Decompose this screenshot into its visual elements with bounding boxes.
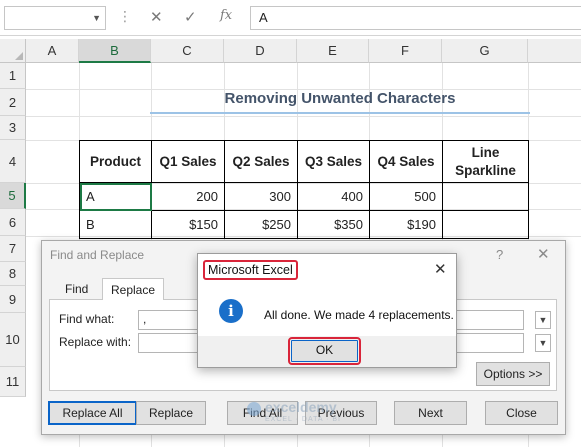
row-header-6[interactable]: 6 — [0, 209, 26, 236]
header-q3-sales[interactable]: Q3 Sales — [297, 140, 370, 183]
column-header-g[interactable]: G — [442, 39, 528, 63]
ok-button[interactable]: OK — [288, 337, 361, 365]
column-header-d[interactable]: D — [224, 39, 297, 63]
chevron-down-icon[interactable]: ▼ — [92, 13, 101, 23]
watermark-name: exceldemy — [265, 399, 337, 415]
watermark: exceldemy EXCEL · DATA · BI — [247, 399, 377, 431]
table-cell[interactable]: $190 — [369, 210, 443, 239]
formula-bar-divider-icon: ⋮ — [118, 8, 132, 24]
row-header-7[interactable]: 7 — [0, 236, 26, 262]
gridline — [26, 116, 581, 117]
formula-bar-icons: ✕ ✓ fx — [140, 6, 244, 30]
message-box-body: i All done. We made 4 replacements. — [198, 284, 456, 336]
formula-bar: ▼ ⋮ ✕ ✓ fx A — [0, 0, 581, 36]
row-header-3[interactable]: 3 — [0, 116, 26, 140]
options-button[interactable]: Options >> — [476, 362, 550, 386]
row-header-10[interactable]: 10 — [0, 313, 26, 367]
formula-input[interactable]: A — [250, 6, 581, 30]
table-cell[interactable] — [442, 182, 529, 211]
close-icon[interactable]: ✕ — [434, 260, 447, 278]
message-box-title: Microsoft Excel — [203, 260, 298, 280]
column-header-e[interactable]: E — [297, 39, 369, 63]
chevron-down-icon[interactable]: ▼ — [535, 334, 551, 352]
column-header-c[interactable]: C — [151, 39, 224, 63]
row-header-1[interactable]: 1 — [0, 63, 26, 89]
table-cell[interactable]: 500 — [369, 182, 443, 211]
replace-all-button[interactable]: Replace All — [48, 401, 137, 425]
header-q2-sales[interactable]: Q2 Sales — [224, 140, 298, 183]
name-box[interactable]: ▼ — [4, 6, 106, 30]
table-cell[interactable] — [442, 210, 529, 239]
column-header-a[interactable]: A — [26, 39, 79, 63]
replace-with-label: Replace with: — [59, 335, 132, 349]
watermark-tagline: EXCEL · DATA · BI — [265, 416, 341, 423]
cancel-icon[interactable]: ✕ — [150, 8, 163, 26]
message-box: Microsoft Excel ✕ i All done. We made 4 … — [197, 253, 457, 368]
row-header-9[interactable]: 9 — [0, 286, 26, 313]
header-q4-sales[interactable]: Q4 Sales — [369, 140, 443, 183]
close-button[interactable]: Close — [485, 401, 558, 425]
next-button[interactable]: Next — [394, 401, 467, 425]
table-row: A 200 300 400 500 — [79, 182, 529, 211]
close-icon[interactable]: ✕ — [537, 245, 550, 263]
sheet-title: Removing Unwanted Characters — [224, 90, 456, 107]
table-cell[interactable]: $250 — [224, 210, 298, 239]
message-text: All done. We made 4 replacements. — [264, 308, 454, 322]
table-cell[interactable]: $350 — [297, 210, 370, 239]
table-cell[interactable]: $150 — [151, 210, 225, 239]
table-cell[interactable]: 300 — [224, 182, 298, 211]
table-cell[interactable]: B — [79, 210, 152, 239]
message-box-titlebar: Microsoft Excel ✕ — [198, 254, 456, 284]
header-q1-sales[interactable]: Q1 Sales — [151, 140, 225, 183]
find-replace-title: Find and Replace — [50, 248, 145, 262]
insert-function-icon[interactable]: fx — [220, 8, 232, 23]
replace-button[interactable]: Replace — [136, 401, 206, 425]
info-icon: i — [219, 299, 243, 323]
column-header-extra — [528, 39, 581, 63]
row-header-8[interactable]: 8 — [0, 262, 26, 286]
title-underline — [150, 112, 530, 114]
column-header-f[interactable]: F — [369, 39, 442, 63]
table-cell[interactable]: 200 — [151, 182, 225, 211]
tab-replace[interactable]: Replace — [102, 278, 165, 300]
tab-find[interactable]: Find — [57, 278, 96, 300]
select-all-corner[interactable] — [0, 39, 26, 63]
header-line-sparkline[interactable]: Line Sparkline — [442, 140, 529, 183]
table-cell[interactable]: A — [79, 182, 152, 211]
table-header-row: Product Q1 Sales Q2 Sales Q3 Sales Q4 Sa… — [79, 140, 529, 183]
sales-table: Product Q1 Sales Q2 Sales Q3 Sales Q4 Sa… — [79, 140, 529, 239]
row-header-4[interactable]: 4 — [0, 140, 26, 183]
row-header-11[interactable]: 11 — [0, 367, 26, 397]
enter-icon[interactable]: ✓ — [184, 8, 197, 26]
table-row: B $150 $250 $350 $190 — [79, 210, 529, 239]
column-header-b[interactable]: B — [79, 39, 151, 63]
find-what-label: Find what: — [59, 312, 115, 326]
row-header-5[interactable]: 5 — [0, 183, 26, 209]
help-icon[interactable]: ? — [496, 247, 503, 262]
table-cell[interactable]: 400 — [297, 182, 370, 211]
header-product[interactable]: Product — [79, 140, 152, 183]
watermark-logo-icon — [247, 402, 261, 416]
row-header-2[interactable]: 2 — [0, 89, 26, 116]
chevron-down-icon[interactable]: ▼ — [535, 311, 551, 329]
